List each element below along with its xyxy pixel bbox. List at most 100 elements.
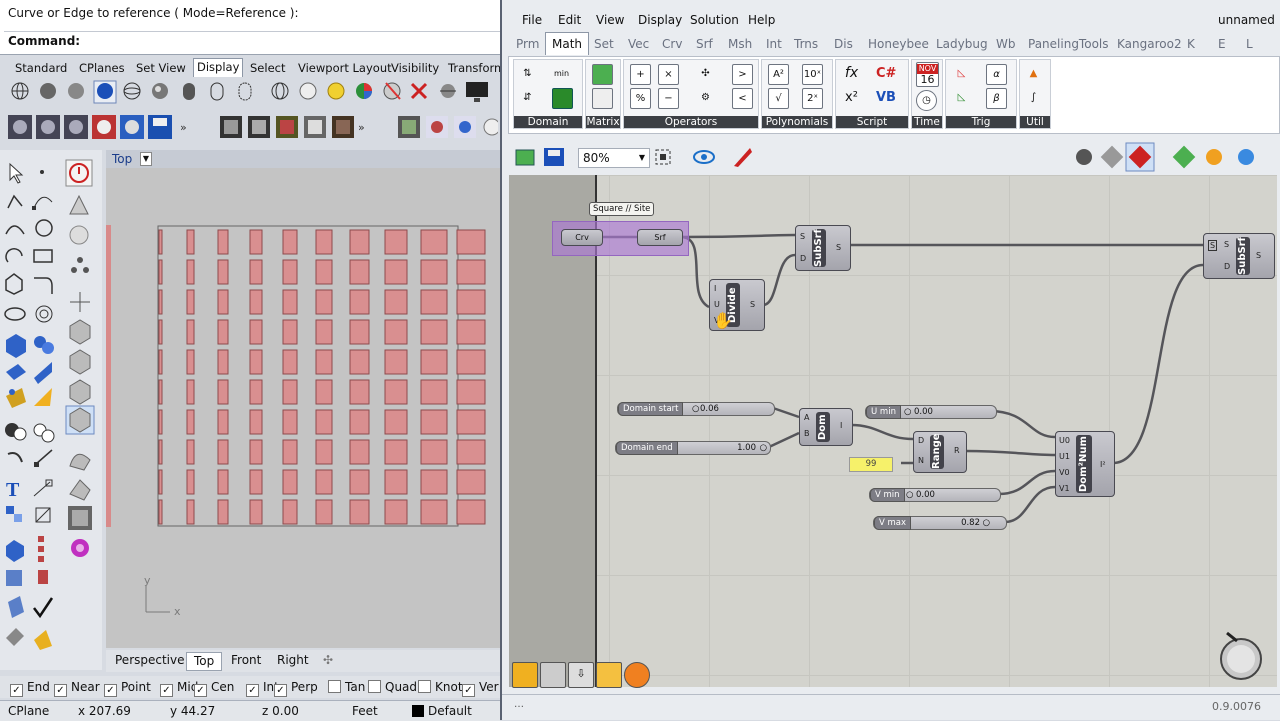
slider-domain-start[interactable]: Domain start ○ 0.06 — [617, 402, 775, 416]
power-10-icon[interactable]: 10ˣ — [802, 64, 823, 85]
tab-srf[interactable]: Srf — [696, 37, 713, 51]
bounds-icon[interactable]: min max — [552, 64, 571, 97]
tab-visibility[interactable]: Visibility — [388, 60, 442, 76]
tab-trns[interactable]: Trns — [794, 37, 818, 51]
menu-edit[interactable]: Edit — [558, 13, 581, 27]
tab-transform[interactable]: Transform — [445, 60, 508, 76]
status-cplane[interactable]: CPlane — [8, 704, 49, 718]
addition-icon[interactable]: + — [630, 64, 651, 85]
select-arrow-icon[interactable] — [9, 162, 24, 184]
osnap-cen[interactable]: ✓ Cen — [194, 680, 234, 697]
record-history-icon[interactable] — [65, 159, 93, 187]
subtraction-icon[interactable]: − — [658, 88, 679, 109]
network-2-icon[interactable] — [69, 479, 91, 501]
arc-2-icon[interactable] — [5, 248, 23, 263]
curve-points-icon[interactable] — [32, 196, 53, 210]
open-file-icon[interactable] — [515, 149, 535, 166]
arc-icon[interactable] — [5, 225, 25, 235]
evaluate-icon[interactable]: x² — [842, 88, 861, 107]
cplane-icon[interactable] — [69, 194, 89, 215]
render-2-icon[interactable] — [426, 116, 448, 138]
triangle-2-icon[interactable]: ◺ — [952, 88, 971, 107]
array-icon[interactable] — [38, 536, 44, 562]
color-wheel-icon[interactable] — [356, 83, 372, 99]
wireframe-sphere-icon[interactable] — [11, 82, 29, 100]
canvas-navigation-widget[interactable] — [1219, 631, 1263, 681]
construct-domain-icon[interactable]: ⇅ — [518, 64, 537, 83]
menu-help[interactable]: Help — [748, 13, 775, 27]
light-sphere-icon[interactable] — [383, 82, 401, 100]
block-icon[interactable] — [35, 507, 51, 523]
sweep-icon[interactable] — [6, 388, 26, 408]
osnap-knot[interactable]: Knot — [418, 680, 463, 694]
paint-icon[interactable] — [34, 630, 52, 650]
slider-knob[interactable]: ○ — [692, 403, 699, 415]
slider-knob[interactable]: ○ — [906, 489, 913, 501]
add-viewport-icon[interactable]: ✣ — [316, 652, 340, 669]
tab-standard[interactable]: Standard — [12, 60, 70, 76]
command-prompt[interactable]: Command: — [8, 34, 80, 48]
surface-param[interactable]: Srf — [637, 229, 683, 246]
tab-front[interactable]: Front — [224, 652, 268, 669]
gate-2-icon[interactable]: ⚙ — [696, 88, 715, 107]
circle-icon[interactable] — [35, 219, 53, 237]
construct-domain-component[interactable]: A B Dom I — [799, 408, 853, 446]
tab-set[interactable]: Set — [594, 37, 614, 51]
tab-viewport-layout[interactable]: Viewport Layout — [295, 60, 395, 76]
slider-v-min[interactable]: V min ○ 0.00 — [869, 488, 1001, 502]
tab-e[interactable]: E — [1218, 37, 1226, 51]
paint-brush-icon[interactable] — [734, 148, 752, 167]
tab-display[interactable]: Display — [193, 58, 244, 77]
checkbox[interactable]: ✓ — [104, 684, 117, 697]
tab-panelingtools[interactable]: PanelingTools — [1028, 37, 1109, 51]
cube-grey-icon[interactable] — [69, 319, 91, 345]
shaded-sphere-icon[interactable] — [40, 83, 56, 99]
render-3-icon[interactable] — [454, 116, 476, 138]
curve-param[interactable]: Crv — [561, 229, 603, 246]
tab-wb[interactable]: Wb — [996, 37, 1015, 51]
osnap-point[interactable]: ✓ Point — [104, 680, 151, 697]
tab-honeybee[interactable]: Honeybee — [868, 37, 929, 51]
bake-icon[interactable] — [512, 662, 538, 688]
capsule-grid-icon[interactable] — [210, 82, 224, 101]
viewport-object-icon[interactable] — [440, 84, 456, 98]
box-icon[interactable] — [6, 334, 26, 358]
status-units[interactable]: Feet — [352, 704, 378, 718]
tab-dis[interactable]: Dis — [834, 37, 853, 51]
checkbox[interactable]: ✓ — [194, 684, 207, 697]
loft-icon[interactable] — [34, 362, 52, 384]
alpha-icon[interactable]: α — [986, 64, 1007, 85]
menu-display[interactable]: Display — [638, 13, 682, 27]
tab-crv[interactable]: Crv — [662, 37, 682, 51]
capture-icon[interactable] — [540, 662, 566, 688]
rhino-new-icon[interactable] — [8, 115, 32, 139]
layout-4-icon[interactable] — [304, 116, 326, 138]
monitor-icon[interactable] — [466, 82, 488, 102]
checkbox[interactable]: ✓ — [160, 684, 173, 697]
expression-icon[interactable]: fx — [842, 64, 861, 83]
point-icon[interactable] — [40, 170, 44, 174]
move-icon[interactable] — [34, 449, 53, 467]
matrix-icon[interactable] — [592, 64, 613, 85]
menu-solution[interactable]: Solution — [690, 13, 739, 27]
gh-canvas[interactable]: Square // Site Crv Srf S D SubSrf S I U … — [509, 175, 1277, 687]
boolean-icon[interactable] — [5, 423, 27, 441]
curve-icon[interactable]: ∫ — [1024, 88, 1043, 107]
tab-vec[interactable]: Vec — [628, 37, 649, 51]
preview-shaded-icon[interactable] — [1206, 149, 1222, 165]
menu-file[interactable]: File — [522, 13, 542, 27]
capsule-icon[interactable] — [183, 83, 195, 100]
cube-grey-3-icon[interactable] — [69, 379, 91, 405]
osnap-perp[interactable]: ✓ Perp — [274, 680, 318, 697]
tab-set-view[interactable]: Set View — [133, 60, 189, 76]
clock-icon[interactable]: ◷ — [916, 90, 937, 111]
larger-than-icon[interactable]: > — [732, 64, 753, 85]
tab-math[interactable]: Math — [545, 32, 590, 55]
globe-icon[interactable] — [271, 82, 289, 100]
preview-mode-1-icon[interactable] — [1076, 149, 1092, 165]
checkbox[interactable] — [418, 680, 431, 693]
transform-icon[interactable] — [34, 388, 52, 406]
calendar-icon[interactable]: NOV 16 — [916, 62, 939, 87]
sphere-dropdown-icon[interactable] — [1238, 149, 1254, 165]
cube-grey-2-icon[interactable] — [69, 349, 91, 375]
